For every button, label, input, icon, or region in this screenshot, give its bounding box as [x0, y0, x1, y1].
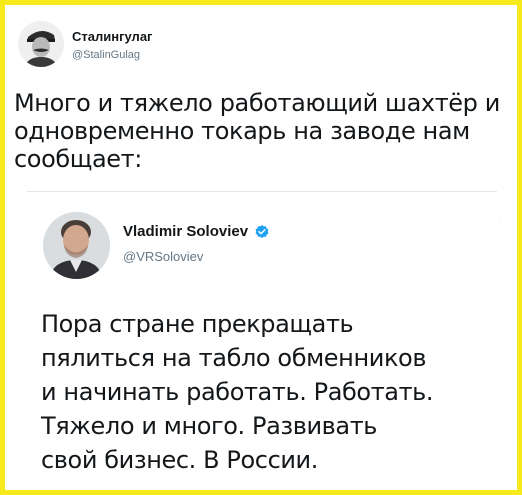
- verified-badge-icon: [255, 224, 269, 238]
- outer-tweet-line: сообщает:: [14, 145, 142, 173]
- quoted-handle[interactable]: @VRSoloviev: [123, 249, 203, 264]
- soloviev-avatar[interactable]: [43, 212, 110, 279]
- quoted-tweet-line: свой бизнес. В России.: [41, 446, 318, 474]
- quoted-tweet-line: и начинать работать. Работать.: [41, 378, 434, 406]
- quoted-tweet-line: Тяжело и много. Развивать: [41, 412, 378, 440]
- outer-tweet-text: Много и тяжело работающий шахтёр и однов…: [14, 89, 519, 173]
- outer-handle[interactable]: @StalinGulag: [72, 49, 140, 61]
- quoted-display-name[interactable]: Vladimir Soloviev: [123, 223, 248, 240]
- outer-display-name[interactable]: Сталингулаг: [72, 29, 152, 44]
- quoted-author-name-row: Vladimir Soloviev: [123, 223, 270, 240]
- quoted-tweet-line: Пора стране прекращать: [41, 310, 354, 338]
- divider: [27, 191, 497, 192]
- quoted-tweet-text: Пора стране прекращать пялиться на табло…: [41, 307, 434, 477]
- outer-tweet-line: одновременно токарь на заводе нам: [14, 117, 470, 145]
- quoted-tweet-line: пялиться на табло обменников: [41, 344, 427, 372]
- yellow-frame: Сталингулаг @StalinGulag Много и тяжело …: [0, 0, 522, 495]
- stalingulag-avatar[interactable]: [18, 21, 64, 67]
- outer-tweet-line: Много и тяжело работающий шахтёр и: [14, 89, 500, 117]
- faint-dot: ·: [499, 216, 501, 222]
